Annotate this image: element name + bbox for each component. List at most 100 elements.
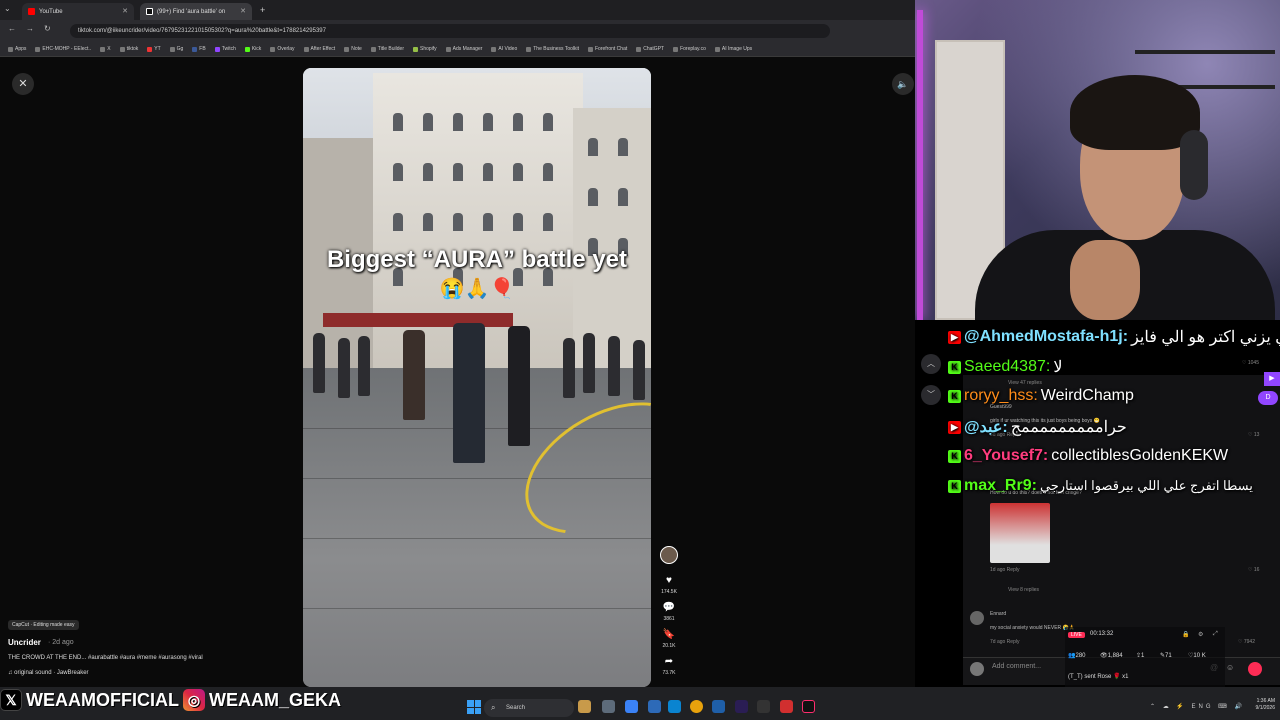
edge-icon[interactable]: [668, 700, 681, 713]
chrome-icon[interactable]: [690, 700, 703, 713]
obs-icon[interactable]: [757, 700, 770, 713]
windows-start-icon[interactable]: [467, 700, 481, 714]
kick-icon: K: [948, 389, 961, 403]
bookmark-item[interactable]: tiktok: [119, 46, 138, 52]
scroll-up-icon[interactable]: ︿: [921, 354, 941, 374]
bookmark-item[interactable]: ChatGPT: [636, 46, 664, 52]
bookmark-apps[interactable]: Apps: [8, 46, 26, 52]
comment-avatar[interactable]: [970, 611, 984, 625]
volume-icon[interactable]: 🔈: [892, 73, 914, 95]
app-icon[interactable]: [780, 700, 793, 713]
twitch-icon: [214, 46, 220, 52]
bookmark-item[interactable]: Forefront Chat: [588, 46, 627, 52]
bookmark-item[interactable]: EHC-MOHP - EElect..: [35, 46, 91, 52]
comment-meta[interactable]: 1d ago Reply: [990, 567, 1019, 573]
bookmark-icon[interactable]: 🔖: [657, 629, 681, 640]
clock-time: 1:36 AM: [1256, 698, 1275, 704]
close-video-button[interactable]: ✕: [12, 73, 34, 95]
chat-text: الي يزني اكتر هو الي فايز: [1131, 329, 1280, 346]
tab-tiktok[interactable]: (99+) Find 'aura battle' on ✕: [140, 3, 252, 20]
post-author[interactable]: Uncrider: [8, 638, 41, 647]
user-avatar: [970, 662, 984, 676]
emoji-icon[interactable]: ☺: [1226, 663, 1234, 672]
store-icon[interactable]: [712, 700, 725, 713]
bookmark-item[interactable]: X: [100, 46, 111, 52]
streamer: [975, 70, 1275, 320]
close-tab-icon[interactable]: ✕: [122, 7, 128, 15]
bookmark-icon: [714, 46, 720, 52]
like-icon[interactable]: ♥: [657, 575, 681, 586]
chat-message: ▶ @ﻋﺒﺪ: حرامممممممممج: [948, 417, 1127, 437]
expand-icon[interactable]: ⤢: [1213, 631, 1218, 638]
send-comment-button[interactable]: [1248, 662, 1262, 676]
comment-icon[interactable]: 💬: [657, 602, 681, 613]
task-view-icon[interactable]: [602, 700, 615, 713]
comment-text: my social anxiety would NEVER 😭🙏: [990, 625, 1075, 631]
scroll-down-icon[interactable]: ﹀: [921, 385, 941, 405]
chat-text: لا: [1053, 359, 1063, 376]
bookmark-item[interactable]: After Effect: [303, 46, 335, 52]
back-icon[interactable]: ←: [8, 24, 16, 33]
taskbar-search[interactable]: Search: [484, 699, 574, 717]
comment-user[interactable]: Ennard: [990, 611, 1006, 617]
chat-username: Saeed4387:: [964, 358, 1051, 375]
discord-badge-icon[interactable]: D: [1258, 391, 1278, 405]
post-description: THE CROWD AT THE END... #aurabattle #aur…: [8, 655, 203, 661]
capcut-tag[interactable]: CapCut · Editing made easy: [8, 620, 79, 630]
tiktok-icon[interactable]: [802, 700, 815, 713]
file-explorer-icon[interactable]: [648, 700, 661, 713]
youtube-icon: [147, 46, 153, 52]
bookmark-item[interactable]: Foreplay.co: [673, 46, 706, 52]
bookmark-icon: [35, 46, 41, 52]
bookmark-item[interactable]: Gg: [169, 46, 183, 52]
taskbar-clock[interactable]: 1:36 AM 9/1/2026: [1230, 698, 1275, 712]
bookmark-item[interactable]: Note: [344, 46, 362, 52]
bookmark-item[interactable]: YT: [147, 46, 161, 52]
bookmark-item[interactable]: AI Image Ups: [714, 46, 752, 52]
url-bar[interactable]: tiktok.com/@iikeuncrider/video/767952312…: [70, 24, 830, 38]
headset: [1180, 130, 1208, 200]
eye-icon: 👁: [1100, 653, 1108, 659]
bookmark-item[interactable]: Shopify: [412, 46, 437, 52]
new-tab-button[interactable]: +: [260, 5, 265, 15]
bookmark-item[interactable]: Ads Manager: [445, 46, 482, 52]
chat-text: يسطا اتفرج علي اللي بيرقصوا استارجي: [1039, 478, 1253, 493]
webcam-feed: [915, 0, 1280, 320]
copilot-icon[interactable]: [625, 700, 638, 713]
lock-icon[interactable]: 🔒: [1182, 631, 1189, 638]
add-comment-input[interactable]: Add comment...: [992, 663, 1041, 670]
comment-meta[interactable]: 7d ago Reply: [990, 639, 1019, 645]
share-count: 73.7K: [662, 670, 676, 676]
tab-youtube[interactable]: YouTube ✕: [22, 3, 134, 20]
language-indicator: ENG: [1191, 704, 1214, 710]
view-replies[interactable]: View 8 replies: [1008, 587, 1039, 593]
video-caption: Biggest “AURA” battle yet: [326, 246, 628, 273]
widgets-icon[interactable]: [578, 700, 591, 713]
bookmark-icon: [445, 46, 451, 52]
close-tab-icon[interactable]: ✕: [240, 7, 246, 15]
bookmark-icon: [303, 46, 309, 52]
shopify-icon: [412, 46, 418, 52]
bookmark-item[interactable]: Overlay: [270, 46, 295, 52]
comment-image[interactable]: [990, 503, 1050, 563]
share-icon[interactable]: ➦: [657, 656, 681, 667]
view-replies[interactable]: View 47 replies: [1008, 380, 1042, 386]
bookmark-item[interactable]: Title Builder: [370, 46, 404, 52]
bookmark-icon: [370, 46, 376, 52]
premiere-icon[interactable]: [735, 700, 748, 713]
bookmark-item[interactable]: FB: [192, 46, 206, 52]
bookmark-item[interactable]: AI Video: [491, 46, 517, 52]
comment-like-count: ♡ 16: [1248, 567, 1260, 573]
bookmark-item[interactable]: The Business Toolkit: [526, 46, 579, 52]
google-icon: [169, 46, 175, 52]
creator-avatar[interactable]: [660, 546, 678, 564]
video-player[interactable]: Biggest “AURA” battle yet 😭🙏🎈: [303, 68, 651, 687]
reload-icon[interactable]: ↻: [44, 24, 51, 33]
settings-icon[interactable]: ⚙: [1198, 631, 1203, 638]
bookmark-item[interactable]: Twitch: [214, 46, 236, 52]
forward-icon[interactable]: →: [26, 24, 34, 33]
bookmark-item[interactable]: Kick: [244, 46, 261, 52]
post-sound[interactable]: ♫ original sound · JawBreaker: [8, 670, 89, 676]
tab-list-icon[interactable]: ⌄: [4, 4, 11, 13]
twitch-tab-icon[interactable]: ▶: [1264, 372, 1280, 386]
